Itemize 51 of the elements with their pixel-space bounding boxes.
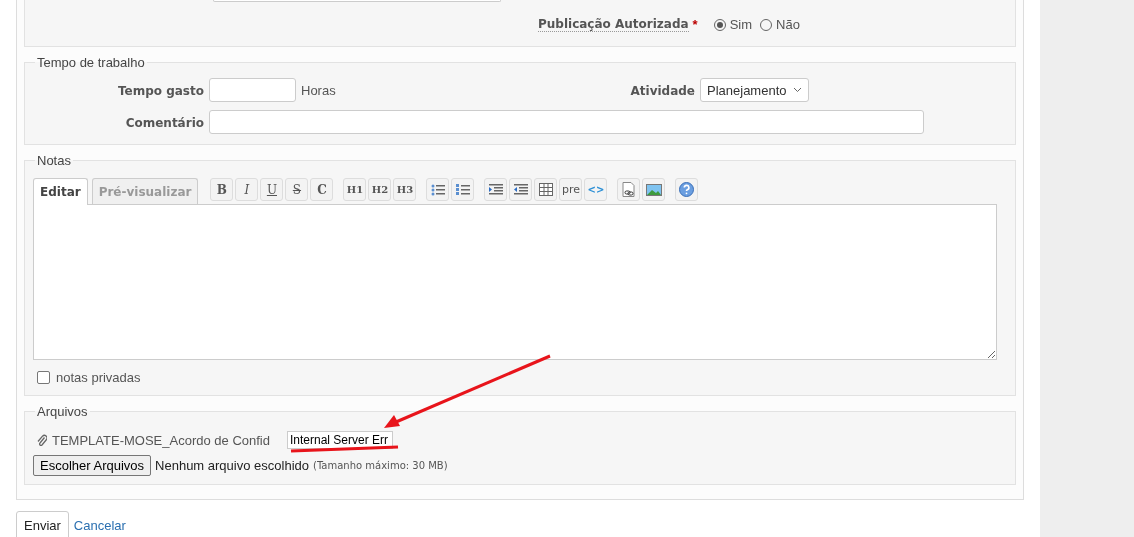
toolbar-button[interactable] bbox=[642, 178, 666, 201]
submit-button[interactable]: Enviar bbox=[16, 511, 69, 537]
toolbar-button[interactable] bbox=[534, 178, 558, 201]
checkbox-label: notas privadas bbox=[56, 370, 141, 385]
input-field[interactable] bbox=[209, 78, 296, 102]
toolbar-button[interactable]: B bbox=[210, 178, 234, 201]
file-status: Nenhum arquivo escolhido bbox=[155, 458, 309, 473]
toolbar-button[interactable] bbox=[484, 178, 508, 201]
numbered-list-icon bbox=[455, 183, 470, 196]
bullet-list-icon bbox=[430, 183, 445, 196]
image-icon bbox=[645, 183, 662, 196]
paperclip-icon bbox=[37, 433, 47, 447]
error-message: Internal Server Err bbox=[286, 431, 393, 449]
field-label: Publicação Autorizada bbox=[538, 17, 689, 32]
section-legend: Arquivos bbox=[35, 404, 90, 419]
toolbar-button[interactable]: H2 bbox=[368, 178, 392, 201]
toolbar-button[interactable]: pre bbox=[559, 178, 583, 201]
radio-label: Não bbox=[776, 17, 800, 32]
cancel-link[interactable]: Cancelar bbox=[73, 518, 126, 533]
link-icon bbox=[622, 182, 636, 197]
toolbar-button[interactable]: H3 bbox=[393, 178, 417, 201]
toolbar-button[interactable]: S bbox=[285, 178, 309, 201]
toolbar-button[interactable] bbox=[426, 178, 450, 201]
toolbar-button[interactable]: I bbox=[235, 178, 259, 201]
outdent-icon bbox=[513, 183, 528, 196]
toolbar-button[interactable]: H1 bbox=[343, 178, 367, 201]
field-label: Tempo gasto bbox=[117, 83, 204, 98]
input-field[interactable] bbox=[209, 110, 924, 134]
field-label: Comentário bbox=[125, 115, 204, 130]
chevron-icon bbox=[792, 87, 802, 93]
max-size-note: (Tamanho máximo: 30 MB) bbox=[313, 460, 448, 471]
indent-icon bbox=[488, 183, 503, 196]
section-legend: Tempo de trabalho bbox=[35, 55, 147, 70]
field-label: Atividade bbox=[630, 83, 695, 98]
table-icon bbox=[538, 183, 553, 196]
required-mark: * bbox=[692, 17, 698, 32]
toolbar-button[interactable]: C bbox=[310, 178, 334, 201]
attachment-name: TEMPLATE-MOSE_Acordo de Confid bbox=[52, 432, 270, 448]
toolbar-button[interactable] bbox=[509, 178, 533, 201]
toolbar-button[interactable]: U bbox=[260, 178, 284, 201]
editor-tab[interactable]: Editar bbox=[33, 178, 88, 205]
toolbar-button[interactable] bbox=[451, 178, 475, 201]
section-legend: Notas bbox=[35, 153, 73, 168]
choose-files-button[interactable]: Escolher Arquivos bbox=[33, 455, 152, 476]
unit-label: Horas bbox=[301, 82, 336, 98]
toolbar-button[interactable] bbox=[675, 178, 699, 201]
checkbox[interactable] bbox=[37, 371, 50, 384]
help-icon bbox=[679, 182, 695, 197]
activity-dropdown[interactable]: Planejamento bbox=[700, 78, 809, 102]
radio-label: Sim bbox=[729, 17, 753, 32]
toolbar-button[interactable] bbox=[617, 178, 641, 201]
